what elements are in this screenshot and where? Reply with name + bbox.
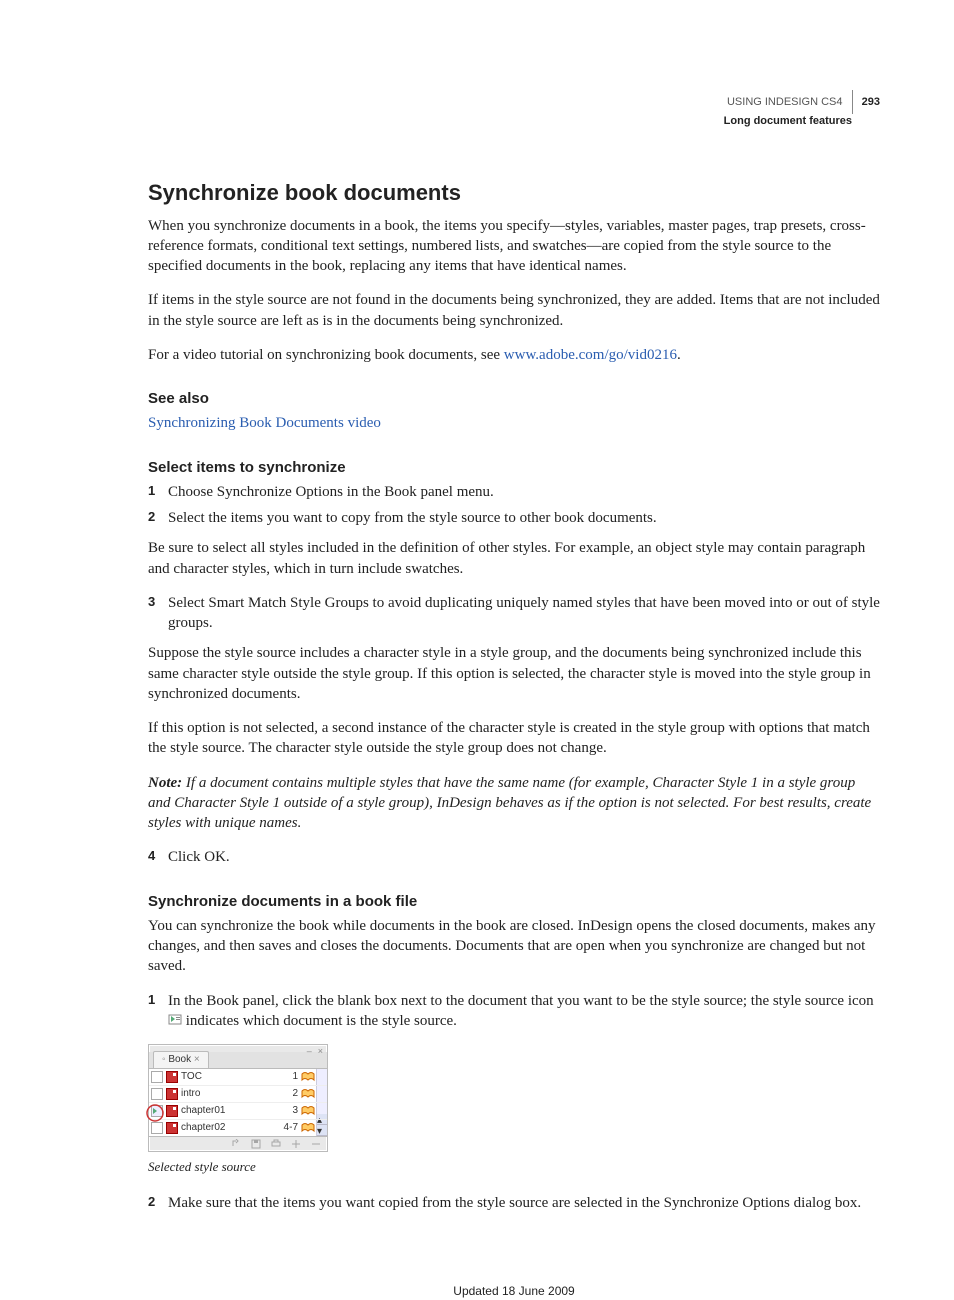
book-panel-row[interactable]: chapter02 4-7	[149, 1120, 327, 1136]
book-icon	[301, 1089, 315, 1099]
step-item: In the Book panel, click the blank box n…	[148, 991, 880, 1032]
text: In the Book panel, click the blank box n…	[168, 993, 874, 1009]
style-source-box[interactable]	[151, 1122, 163, 1134]
updated-footer: Updated 18 June 2009	[148, 1283, 880, 1299]
body-paragraph: Suppose the style source includes a char…	[148, 643, 880, 704]
close-icon: ×	[318, 1045, 323, 1052]
panel-footer	[149, 1137, 327, 1151]
note-paragraph: Note: If a document contains multiple st…	[148, 773, 880, 834]
minimize-icon: –	[307, 1045, 312, 1052]
step-item: Select Smart Match Style Groups to avoid…	[148, 593, 880, 634]
step-item: Choose Synchronize Options in the Book p…	[148, 482, 880, 502]
body-paragraph: If items in the style source are not fou…	[148, 290, 880, 331]
book-panel-row[interactable]: TOC 1	[149, 1069, 327, 1086]
running-head-section: Long document features	[148, 114, 880, 130]
book-panel-row[interactable]: chapter01 3	[149, 1103, 327, 1120]
book-icon	[301, 1072, 315, 1082]
style-source-box[interactable]	[151, 1071, 163, 1083]
note-body: If a document contains multiple styles t…	[148, 775, 871, 832]
doc-name: TOC	[181, 1070, 289, 1084]
document-icon	[166, 1122, 178, 1134]
subheading-select-items: Select items to synchronize	[148, 458, 880, 478]
page-range: 1	[292, 1070, 298, 1084]
style-source-box[interactable]	[151, 1088, 163, 1100]
figure-caption: Selected style source	[148, 1158, 880, 1176]
style-source-icon	[168, 1011, 182, 1031]
page-number: 293	[862, 96, 880, 108]
video-link[interactable]: www.adobe.com/go/vid0216	[504, 347, 677, 363]
subheading-sync-documents: Synchronize documents in a book file	[148, 892, 880, 912]
text: .	[677, 347, 681, 363]
text: indicates which document is the style so…	[186, 1013, 457, 1029]
document-icon	[166, 1105, 178, 1117]
add-icon[interactable]	[291, 1139, 301, 1149]
book-panel-row[interactable]: intro 2	[149, 1086, 327, 1103]
page-range: 2	[292, 1087, 298, 1101]
see-also-heading: See also	[148, 389, 880, 409]
page-range: 4-7	[284, 1121, 298, 1135]
step-item: Click OK.	[148, 847, 880, 867]
print-icon[interactable]	[271, 1139, 281, 1149]
panel-tab[interactable]: ◦ Book ×	[153, 1051, 209, 1068]
see-also-link[interactable]: Synchronizing Book Documents video	[148, 415, 381, 431]
doc-name: chapter02	[181, 1121, 281, 1135]
section-heading: Synchronize book documents	[148, 178, 880, 208]
book-icon	[301, 1106, 315, 1116]
doc-name: intro	[181, 1087, 289, 1101]
running-head: USING INDESIGN CS4 293 Long document fea…	[148, 90, 880, 130]
doc-name: chapter01	[181, 1104, 289, 1118]
body-paragraph: You can synchronize the book while docum…	[148, 916, 880, 977]
running-head-product: USING INDESIGN CS4	[727, 96, 843, 108]
body-paragraph: If this option is not selected, a second…	[148, 718, 880, 759]
document-icon	[166, 1088, 178, 1100]
book-panel-list: ▴ ▾ TOC 1 intro 2	[149, 1068, 327, 1137]
text: For a video tutorial on synchronizing bo…	[148, 347, 504, 363]
step-item: Select the items you want to copy from t…	[148, 508, 880, 528]
note-label: Note:	[148, 775, 182, 791]
save-icon[interactable]	[251, 1139, 261, 1149]
sync-icon[interactable]	[231, 1139, 241, 1149]
body-paragraph: For a video tutorial on synchronizing bo…	[148, 345, 880, 365]
book-icon	[301, 1123, 315, 1133]
figure-book-panel: – × ◦ Book × ▴ ▾ TOC 1	[148, 1044, 880, 1176]
body-paragraph: Be sure to select all styles included in…	[148, 538, 880, 579]
step-item: Make sure that the items you want copied…	[148, 1193, 880, 1213]
remove-icon[interactable]	[311, 1139, 321, 1149]
style-source-indicator-icon	[146, 1104, 160, 1118]
page-range: 3	[292, 1104, 298, 1118]
body-paragraph: When you synchronize documents in a book…	[148, 216, 880, 277]
book-panel: – × ◦ Book × ▴ ▾ TOC 1	[148, 1044, 328, 1152]
document-icon	[166, 1071, 178, 1083]
